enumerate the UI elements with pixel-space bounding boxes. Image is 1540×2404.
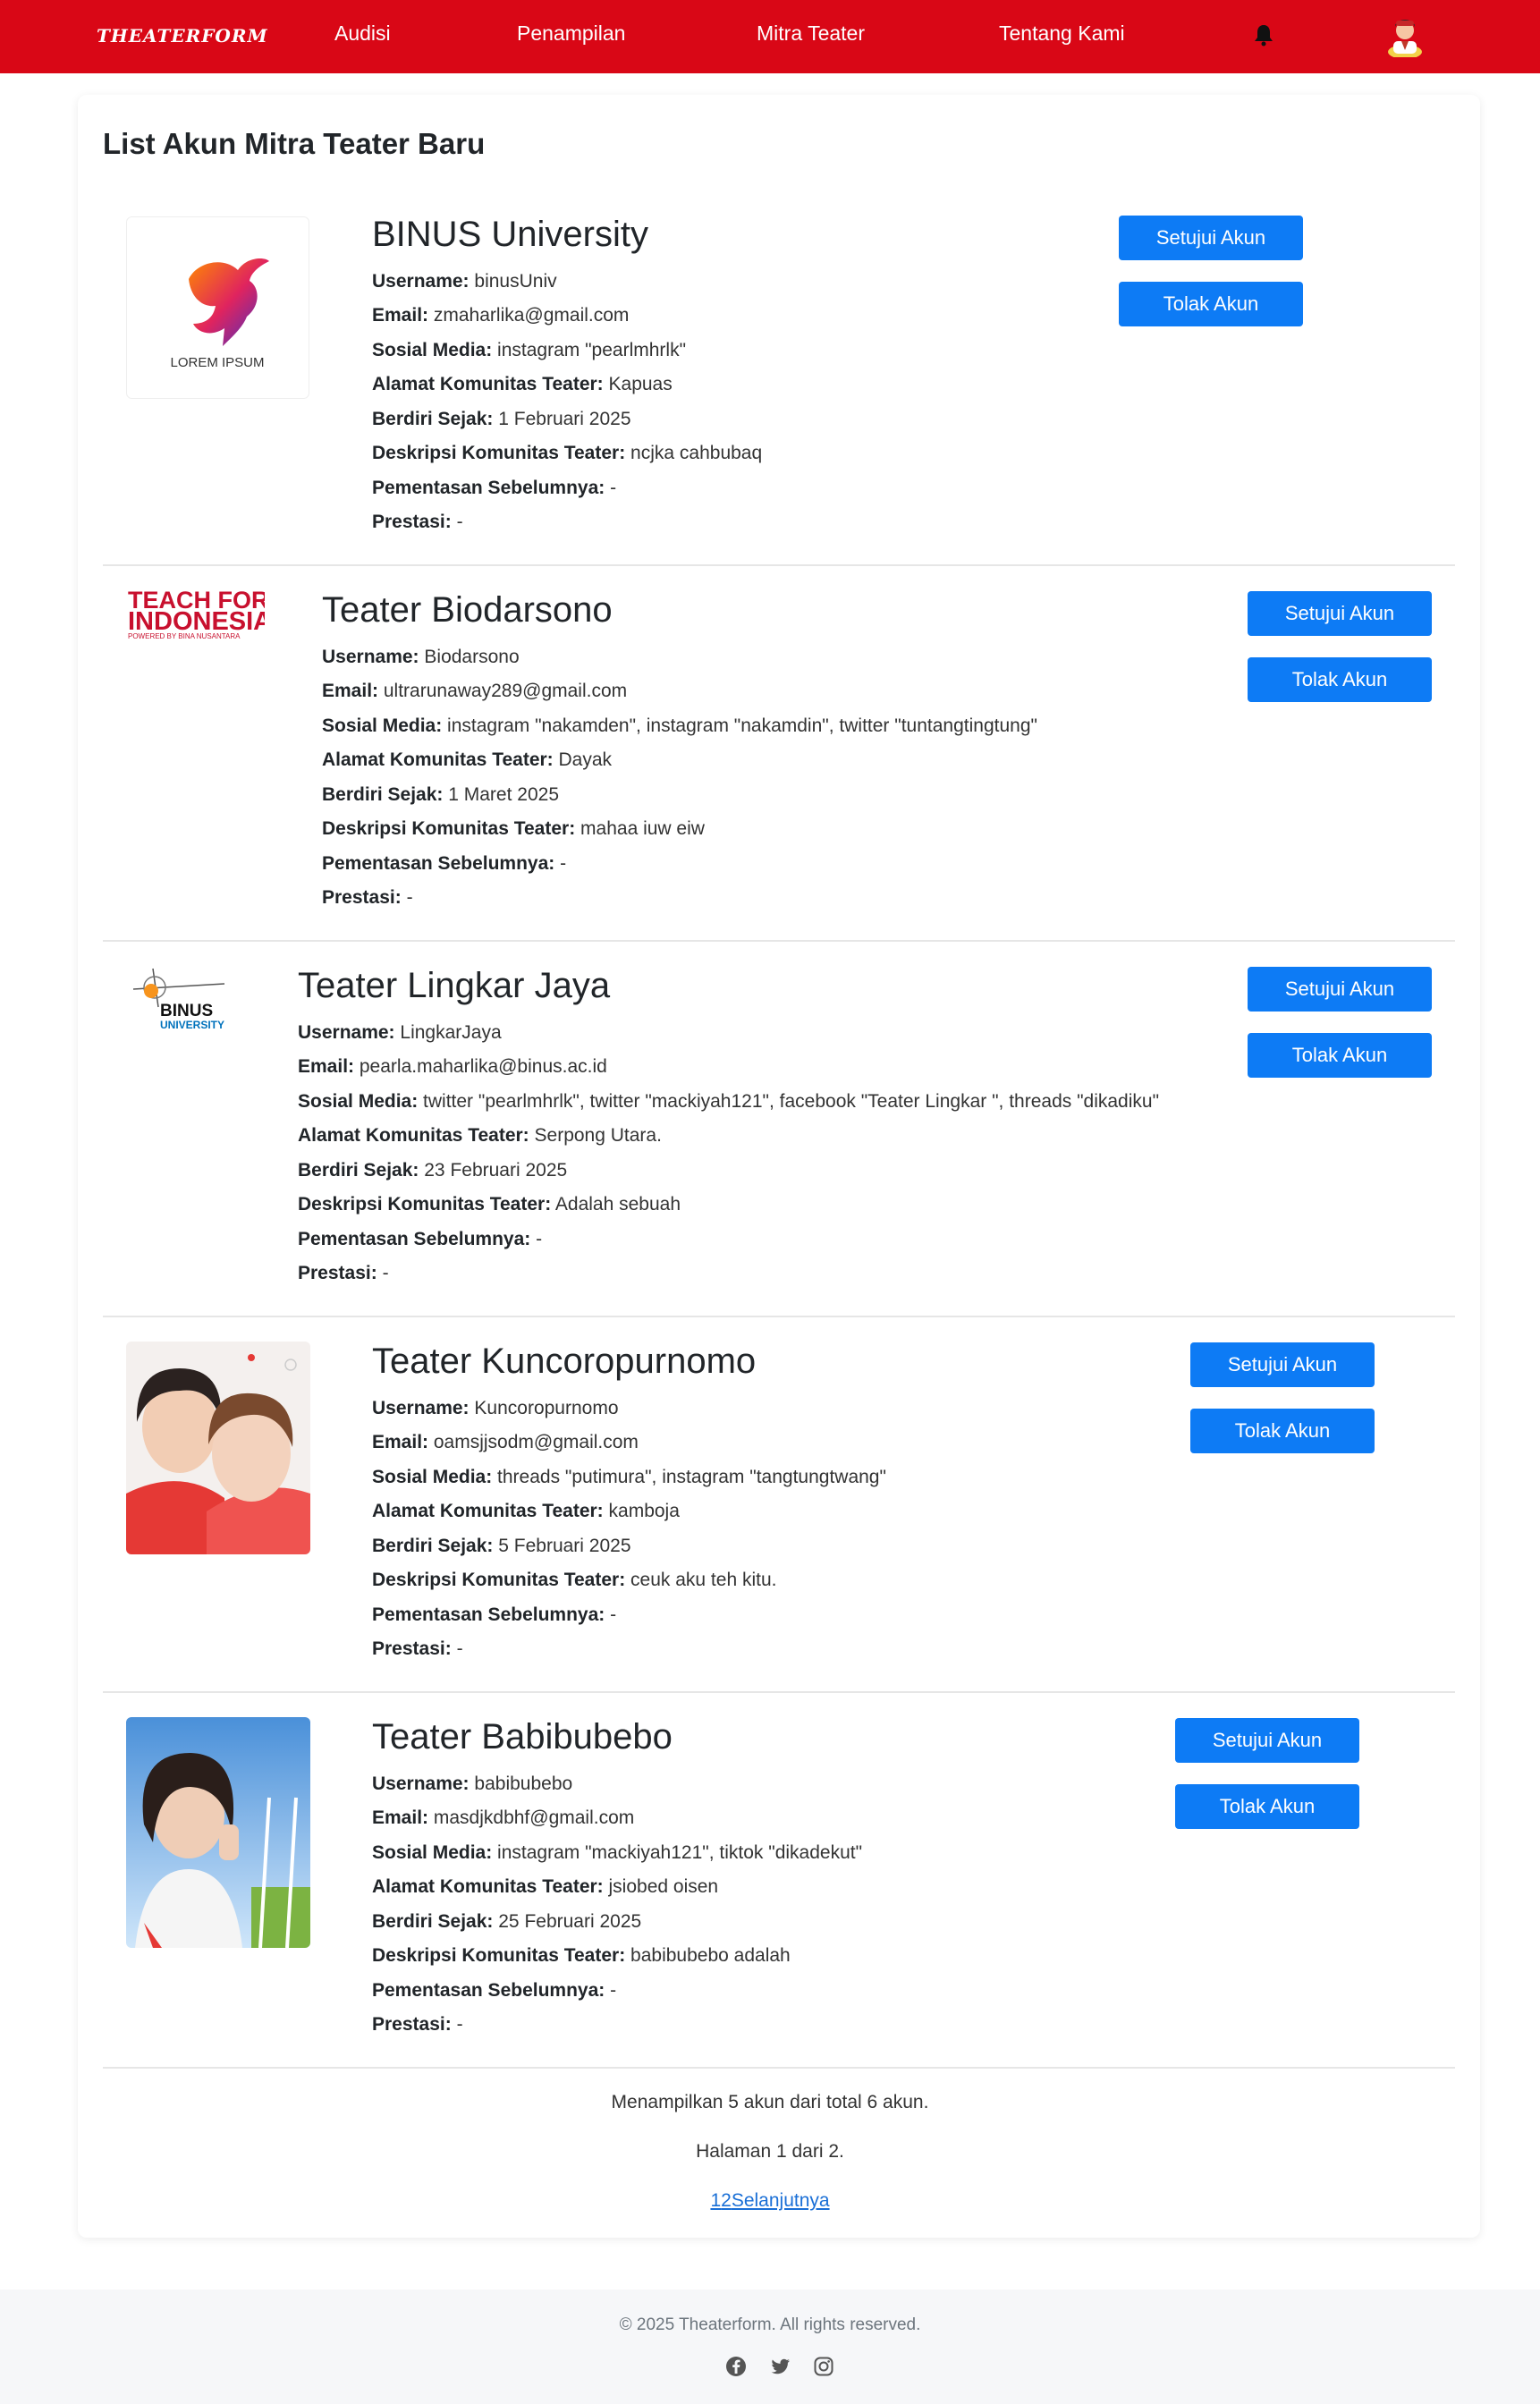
field-deskripsi: Deskripsi Komunitas Teater: Adalah sebua… — [298, 1194, 681, 1215]
field-email: Email: zmaharlika@gmail.com — [372, 305, 630, 326]
field-deskripsi: Deskripsi Komunitas Teater: ceuk aku teh… — [372, 1570, 777, 1590]
page-title: List Akun Mitra Teater Baru — [103, 127, 486, 160]
account-logo: TEACH FOR INDONESIA POWERED BY BINA NUSA… — [128, 587, 265, 640]
facebook-icon[interactable] — [724, 2355, 748, 2378]
nav-penampilan[interactable]: Penampilan — [517, 21, 625, 46]
field-alamat: Alamat Komunitas Teater: kamboja — [372, 1501, 680, 1521]
reject-button[interactable]: Tolak Akun — [1248, 657, 1432, 702]
field-username: Username: binusUniv — [372, 271, 557, 292]
logo-text: LOREM IPSUM — [170, 355, 264, 370]
account-logo: LOREM IPSUM — [126, 216, 309, 399]
field-alamat: Alamat Komunitas Teater: Dayak — [322, 749, 613, 770]
copyright: © 2025 Theaterform. All rights reserved. — [619, 2315, 921, 2334]
field-berdiri: Berdiri Sejak: 5 Februari 2025 — [372, 1536, 631, 1556]
reject-button[interactable]: Tolak Akun — [1248, 1033, 1432, 1078]
reject-button[interactable]: Tolak Akun — [1175, 1784, 1359, 1829]
reject-button[interactable]: Tolak Akun — [1119, 282, 1303, 326]
reject-button[interactable]: Tolak Akun — [1190, 1409, 1375, 1453]
field-email: Email: pearla.maharlika@binus.ac.id — [298, 1056, 607, 1077]
field-email: Email: oamsjjsodm@gmail.com — [372, 1432, 639, 1452]
field-sosmed: Sosial Media: twitter "pearlmhrlk", twit… — [298, 1091, 1160, 1112]
svg-text:UNIVERSITY: UNIVERSITY — [160, 1019, 224, 1031]
approve-button[interactable]: Setujui Akun — [1190, 1342, 1375, 1387]
divider — [103, 2067, 1455, 2069]
field-sosmed: Sosial Media: instagram "mackiyah121", t… — [372, 1842, 863, 1863]
field-username: Username: babibubebo — [372, 1773, 573, 1794]
account-logo: BINUS UNIVERSITY — [132, 968, 225, 1031]
field-email: Email: ultrarunaway289@gmail.com — [322, 681, 628, 701]
field-berdiri: Berdiri Sejak: 1 Februari 2025 — [372, 409, 631, 429]
account-name: Teater Lingkar Jaya — [298, 966, 611, 1005]
field-pementasan: Pementasan Sebelumnya: - — [372, 478, 617, 498]
approve-button[interactable]: Setujui Akun — [1175, 1718, 1359, 1763]
twitter-icon[interactable] — [769, 2355, 792, 2378]
account-name: Teater Kuncoropurnomo — [372, 1342, 757, 1381]
approve-button[interactable]: Setujui Akun — [1119, 216, 1303, 260]
field-username: Username: Kuncoropurnomo — [372, 1398, 619, 1418]
user-avatar[interactable] — [1384, 14, 1426, 57]
field-email: Email: masdjkdbhf@gmail.com — [372, 1807, 635, 1828]
field-username: Username: LingkarJaya — [298, 1022, 502, 1043]
account-name: Teater Biodarsono — [322, 590, 613, 630]
field-alamat: Alamat Komunitas Teater: Serpong Utara. — [298, 1125, 662, 1146]
pagination: 12Selanjutnya — [0, 2190, 1540, 2212]
summary-page: Halaman 1 dari 2. — [696, 2141, 844, 2162]
field-pementasan: Pementasan Sebelumnya: - — [322, 853, 567, 874]
bell-icon[interactable] — [1254, 23, 1273, 47]
field-pementasan: Pementasan Sebelumnya: - — [372, 1604, 617, 1625]
field-alamat: Alamat Komunitas Teater: jsiobed oisen — [372, 1876, 719, 1897]
next-page-link[interactable]: Selanjutnya — [732, 2190, 830, 2211]
divider — [103, 1691, 1455, 1693]
field-prestasi: Prestasi: - — [322, 887, 413, 908]
divider — [103, 940, 1455, 942]
field-pementasan: Pementasan Sebelumnya: - — [372, 1980, 617, 2001]
nav-tentang-kami[interactable]: Tentang Kami — [999, 21, 1125, 46]
approve-button[interactable]: Setujui Akun — [1248, 967, 1432, 1012]
field-username: Username: Biodarsono — [322, 647, 520, 667]
account-photo — [126, 1717, 310, 1948]
nav-mitra-teater[interactable]: Mitra Teater — [757, 21, 865, 46]
field-berdiri: Berdiri Sejak: 1 Maret 2025 — [322, 784, 559, 805]
field-prestasi: Prestasi: - — [372, 2014, 463, 2035]
navbar: THEATERFORM Audisi Penampilan Mitra Teat… — [0, 0, 1540, 73]
svg-text:POWERED BY BINA NUSANTARA: POWERED BY BINA NUSANTARA — [128, 632, 241, 640]
brand-logo[interactable]: THEATERFORM — [97, 25, 268, 47]
field-prestasi: Prestasi: - — [298, 1263, 389, 1283]
instagram-icon[interactable] — [812, 2355, 835, 2378]
approve-button[interactable]: Setujui Akun — [1248, 591, 1432, 636]
field-berdiri: Berdiri Sejak: 25 Februari 2025 — [372, 1911, 642, 1932]
field-alamat: Alamat Komunitas Teater: Kapuas — [372, 374, 673, 394]
field-sosmed: Sosial Media: threads "putimura", instag… — [372, 1467, 886, 1487]
field-deskripsi: Deskripsi Komunitas Teater: ncjka cahbub… — [372, 443, 763, 463]
nav-audisi[interactable]: Audisi — [334, 21, 391, 46]
account-photo — [126, 1342, 310, 1554]
field-pementasan: Pementasan Sebelumnya: - — [298, 1229, 543, 1249]
summary-count: Menampilkan 5 akun dari total 6 akun. — [611, 2092, 929, 2112]
account-name: BINUS University — [372, 215, 648, 254]
account-name: Teater Babibubebo — [372, 1717, 673, 1756]
divider — [103, 1316, 1455, 1317]
field-deskripsi: Deskripsi Komunitas Teater: babibubebo a… — [372, 1945, 791, 1966]
svg-text:BINUS: BINUS — [160, 1002, 213, 1020]
field-sosmed: Sosial Media: instagram "nakamden", inst… — [322, 715, 1037, 736]
field-berdiri: Berdiri Sejak: 23 Februari 2025 — [298, 1160, 568, 1181]
field-sosmed: Sosial Media: instagram "pearlmhrlk" — [372, 340, 687, 360]
site-footer — [0, 2290, 1540, 2404]
page-2-link[interactable]: 2 — [721, 2190, 732, 2211]
field-deskripsi: Deskripsi Komunitas Teater: mahaa iuw ei… — [322, 818, 705, 839]
field-prestasi: Prestasi: - — [372, 1638, 463, 1659]
page-1-link[interactable]: 1 — [710, 2190, 721, 2211]
field-prestasi: Prestasi: - — [372, 512, 463, 532]
divider — [103, 564, 1455, 566]
